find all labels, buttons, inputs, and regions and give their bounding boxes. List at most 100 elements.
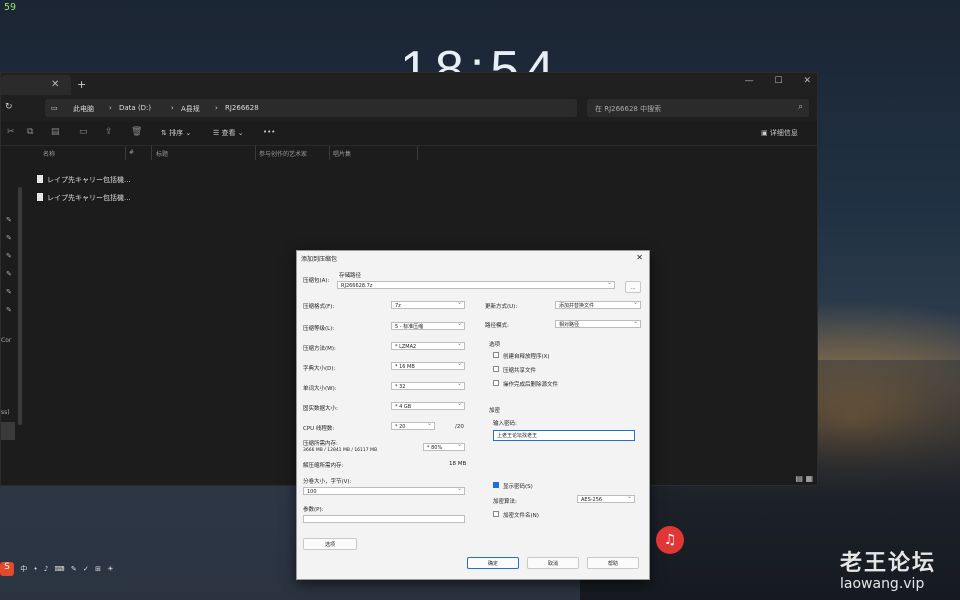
tray-icons: S 中 • ♪ ⌨ ✎ ✓ ⊞ ☀ xyxy=(0,562,134,578)
paste-icon[interactable]: ▤ xyxy=(51,127,60,137)
dictionary-label: 字典大小(D): xyxy=(303,366,336,372)
format-select[interactable]: 7z xyxy=(391,299,465,309)
method-select[interactable]: * LZMA2 xyxy=(391,340,465,350)
threads-select[interactable]: * 20 xyxy=(391,420,435,430)
search-placeholder: 在 RJ266628 中搜索 xyxy=(595,105,662,113)
ime-logo-icon[interactable]: S xyxy=(0,562,14,576)
watermark-url: laowang.vip xyxy=(840,576,925,592)
file-icon xyxy=(37,175,43,183)
word-size-select[interactable]: * 32 xyxy=(391,380,465,390)
threads-max: /20 xyxy=(455,424,464,430)
close-icon[interactable]: ✕ xyxy=(636,253,643,262)
details-view-icon[interactable]: ▤ xyxy=(795,474,803,483)
tiles-view-icon[interactable]: ▦ xyxy=(805,474,813,483)
browse-button[interactable]: ... xyxy=(625,281,641,293)
column-header-title[interactable]: 标题 xyxy=(156,149,168,158)
handwrite-icon[interactable]: ✎ xyxy=(71,565,77,573)
sidebar-scrollbar[interactable] xyxy=(18,187,22,425)
breadcrumb-item[interactable]: Data (D:) xyxy=(119,104,151,112)
maximize-icon[interactable]: ☐ xyxy=(775,76,783,86)
pin-icon[interactable]: ✎ xyxy=(6,211,12,229)
dictionary-select[interactable]: * 16 MB xyxy=(391,360,465,370)
split-label: 分卷大小，字节(V): xyxy=(303,479,352,485)
more-button[interactable]: ••• xyxy=(263,128,275,136)
address-bar: ↻ ▭ 此电脑 › Data (D:) › A县规 › RJ266628 在 R… xyxy=(1,95,817,121)
memory-label: 压缩所需内存: xyxy=(303,441,338,447)
pin-icon[interactable]: ✎ xyxy=(6,283,12,301)
explorer-tab[interactable]: ✕ xyxy=(1,75,71,95)
encrypt-names-checkbox[interactable] xyxy=(493,511,499,517)
encryption-group-title: 加密 xyxy=(489,408,501,414)
skin-icon[interactable]: ☀ xyxy=(107,565,113,573)
options-button[interactable]: 选项 xyxy=(303,538,357,550)
file-row[interactable]: レイプ先キャリー包括機... xyxy=(37,175,131,185)
minimize-icon[interactable]: — xyxy=(745,76,754,86)
search-box[interactable]: 在 RJ266628 中搜索 ⌕ xyxy=(587,99,809,117)
search-icon[interactable]: ⌕ xyxy=(798,102,803,112)
path-mode-select[interactable]: 相对路径 xyxy=(555,318,641,328)
shared-files-label: 压缩共享文件 xyxy=(503,368,537,374)
level-select[interactable]: 5 - 标准压缩 xyxy=(391,320,465,330)
close-icon[interactable]: ✕ xyxy=(51,79,59,90)
encryption-method-label: 加密算法: xyxy=(493,499,517,505)
sidebar-item-label[interactable]: ss) xyxy=(1,409,10,416)
archive-path-field[interactable]: RJ266628.7z xyxy=(337,279,615,289)
cut-icon[interactable]: ✂ xyxy=(7,127,15,137)
punctuation-icon[interactable]: • xyxy=(33,565,37,573)
keyboard-icon[interactable]: ⌨ xyxy=(55,565,65,573)
column-header-artist[interactable]: 参与创作的艺术家 xyxy=(259,149,307,158)
ime-mode-indicator[interactable]: 中 xyxy=(20,565,27,573)
decompress-memory-value: 18 MB xyxy=(449,461,467,467)
column-header-album[interactable]: 唱片集 xyxy=(333,149,351,158)
memory-percent-select[interactable]: * 80% xyxy=(423,441,465,451)
check-icon[interactable]: ✓ xyxy=(83,565,89,573)
refresh-icon[interactable]: ↻ xyxy=(5,102,13,112)
help-button[interactable]: 帮助 xyxy=(587,557,639,569)
delete-after-checkbox[interactable] xyxy=(493,380,499,386)
dialog-title: 添加到压缩包 xyxy=(301,256,338,263)
threads-label: CPU 线程数: xyxy=(303,426,335,432)
encryption-method-select[interactable]: AES-256 xyxy=(577,493,635,503)
pin-icon[interactable]: ✎ xyxy=(6,247,12,265)
path-mode-label: 路径模式: xyxy=(485,323,509,329)
column-header-name[interactable]: 名称 xyxy=(43,149,55,158)
view-button[interactable]: ☰ 查看 ⌄ xyxy=(213,128,244,138)
copy-icon[interactable]: ⧉ xyxy=(27,127,33,137)
pin-icon[interactable]: ✎ xyxy=(6,301,12,319)
toolbox-icon[interactable]: ⊞ xyxy=(95,565,101,573)
password-input[interactable]: 上老王论坛找老王 xyxy=(493,430,635,441)
ok-button[interactable]: 确定 xyxy=(467,557,519,569)
netease-music-icon[interactable]: ♫ xyxy=(656,526,684,554)
solid-size-select[interactable]: * 4 GB xyxy=(391,400,465,410)
breadcrumb-item[interactable]: A县规 xyxy=(181,104,200,114)
column-header-number[interactable]: # xyxy=(129,149,134,156)
params-input[interactable] xyxy=(303,515,465,523)
delete-icon[interactable]: 🗑 xyxy=(131,127,142,137)
pin-icon[interactable]: ✎ xyxy=(6,229,12,247)
share-icon[interactable]: ⇪ xyxy=(105,127,113,137)
split-select[interactable]: 100 xyxy=(303,485,465,495)
update-mode-select[interactable]: 添加并替换文件 xyxy=(555,299,641,309)
computer-icon[interactable]: ▭ xyxy=(51,104,58,112)
sidebar-item-label[interactable]: Cor xyxy=(1,337,11,344)
voice-icon[interactable]: ♪ xyxy=(44,565,48,573)
memory-values: 3666 MB / 12841 MB / 16117 MB xyxy=(303,448,378,453)
solid-size-label: 固实数据大小: xyxy=(303,406,338,412)
command-bar: ✂ ⧉ ▤ ▭ ⇪ 🗑 ⇅ 排序 ⌄ ☰ 查看 ⌄ ••• ▣ 详细信息 xyxy=(1,121,817,146)
close-window-icon[interactable]: ✕ xyxy=(803,76,811,86)
add-tab-icon[interactable]: + xyxy=(77,78,86,91)
breadcrumb[interactable]: ▭ 此电脑 › Data (D:) › A县规 › RJ266628 xyxy=(45,99,577,117)
cancel-button[interactable]: 取消 xyxy=(527,557,579,569)
sidebar-selected-item[interactable] xyxy=(1,422,15,440)
sort-button[interactable]: ⇅ 排序 ⌄ xyxy=(161,128,191,138)
shared-files-checkbox[interactable] xyxy=(493,366,499,372)
window-controls: — ☐ ✕ xyxy=(727,76,811,86)
file-row[interactable]: レイプ先キャリー包括機... xyxy=(37,193,131,203)
details-button[interactable]: ▣ 详细信息 xyxy=(761,128,798,138)
sfx-checkbox[interactable] xyxy=(493,352,499,358)
pin-icon[interactable]: ✎ xyxy=(6,265,12,283)
breadcrumb-item[interactable]: RJ266628 xyxy=(225,104,259,112)
show-password-checkbox[interactable] xyxy=(493,482,499,488)
rename-icon[interactable]: ▭ xyxy=(79,127,88,137)
breadcrumb-item[interactable]: 此电脑 xyxy=(73,104,94,114)
